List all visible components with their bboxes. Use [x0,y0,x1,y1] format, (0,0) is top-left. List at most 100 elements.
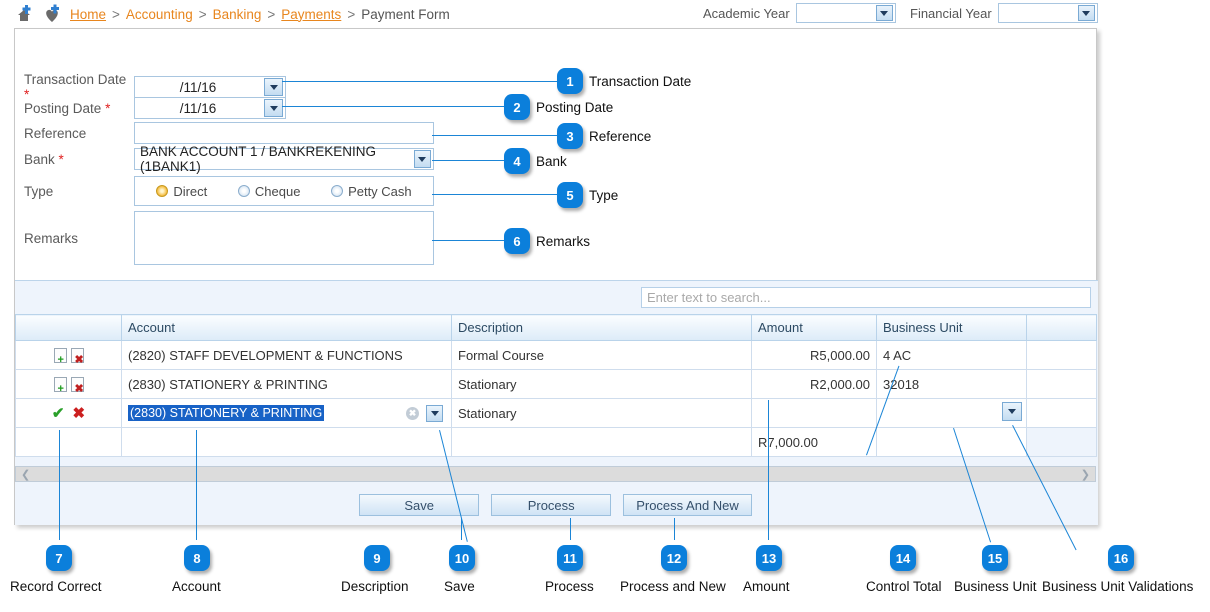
callout-badge-14: 14 [890,545,916,571]
remarks-textarea[interactable] [134,211,434,265]
table-row[interactable]: + ✖ (2830) STATIONERY & PRINTING Station… [15,369,1097,399]
cell-amount-editor[interactable] [751,398,877,428]
column-filler [1026,314,1097,341]
column-description[interactable]: Description [451,314,752,341]
search-placeholder: Enter text to search... [647,290,771,305]
document-add-icon[interactable]: + [53,376,67,394]
column-account[interactable]: Account [121,314,452,341]
grid-total-row: R7,000.00 [15,427,1097,457]
breadcrumb-item-banking[interactable]: Banking [213,7,262,22]
cell-description: Stationary [451,369,752,399]
remarks-label: Remarks [24,230,79,246]
cell-account: (2830) STATIONERY & PRINTING [121,369,452,399]
document-add-icon[interactable]: + [53,347,67,365]
breadcrumb-item-home[interactable]: Home [70,7,106,22]
callout-badge-6: 6 [504,228,530,254]
cell-account-editor[interactable]: (2830) STATIONERY & PRINTING ✖ [121,398,452,428]
type-radio-group: Direct Cheque Petty Cash [134,176,434,206]
breadcrumb-separator: > [112,6,120,22]
radio-unselected-icon [331,185,344,197]
chevron-right-icon[interactable]: ❯ [1076,468,1095,481]
callout-label-1: Transaction Date [589,74,692,89]
red-cross-icon[interactable]: ✖ [73,404,86,422]
breadcrumb-separator: > [198,6,207,22]
callout-label-4: Bank [536,154,567,169]
breadcrumb-separator: > [347,6,356,22]
callout-label-15: Business Unit [954,579,1037,594]
academic-year-select[interactable] [795,3,896,23]
grid-horizontal-scrollbar[interactable]: ❮ ❯ [15,466,1096,482]
total-blank-actions [15,427,122,457]
search-input[interactable]: Enter text to search... [641,287,1091,308]
document-delete-icon[interactable]: ✖ [70,376,84,394]
bank-select[interactable]: BANK ACCOUNT 1 / BANKREKENING (1BANK1) [134,144,434,174]
reference-input[interactable] [134,122,434,144]
callout-label-3: Reference [589,129,652,144]
chevron-down-icon[interactable] [1002,402,1022,421]
radio-cheque[interactable]: Cheque [237,183,301,199]
chevron-down-icon[interactable] [426,404,443,422]
control-total-amount: R7,000.00 [751,427,877,457]
posting-date-input[interactable]: /11/16 [134,97,286,119]
chevron-down-icon[interactable] [1077,5,1095,21]
callout-label-14: Control Total [866,579,942,594]
cell-filler [1026,427,1097,457]
callout-label-9: Description [341,579,409,594]
cell-description: Formal Course [451,340,752,370]
table-row-editing[interactable]: ✔ ✖ (2830) STATIONERY & PRINTING ✖ Stati… [15,398,1097,428]
cell-account: (2820) STAFF DEVELOPMENT & FUNCTIONS [121,340,452,370]
radio-cheque-label: Cheque [254,183,301,199]
callout-label-12: Process and New [620,579,726,594]
chevron-down-icon[interactable] [413,150,431,168]
process-button[interactable]: Process [491,494,612,516]
breadcrumb-item-accounting[interactable]: Accounting [126,7,193,22]
cell-description-editor[interactable]: Stationary [451,398,752,428]
column-business-unit[interactable]: Business Unit [876,314,1027,341]
reference-row: Reference [24,122,434,144]
radio-direct[interactable]: Direct [156,184,207,199]
callout-badge-4: 4 [504,148,530,174]
radio-petty-cash-label: Petty Cash [348,183,412,199]
academic-year-group: Academic Year [703,3,896,23]
transaction-date-input[interactable]: /11/16 [134,76,286,98]
callout-badge-7: 7 [46,545,72,571]
column-amount[interactable]: Amount [751,314,877,341]
callout-badge-3: 3 [557,123,583,149]
financial-year-label: Financial Year [910,5,992,21]
callout-label-10: Save [444,579,475,594]
total-blank-account [121,427,452,457]
radio-unselected-icon [237,185,250,197]
heart-plus-icon[interactable] [42,4,64,24]
column-actions[interactable] [15,314,122,341]
save-button[interactable]: Save [359,494,480,516]
total-blank-description [451,427,752,457]
total-blank-business-unit [876,427,1027,457]
row-actions: + ✖ [15,369,122,399]
breadcrumb-item-payments[interactable]: Payments [281,7,341,22]
callout-badge-13: 13 [756,545,782,571]
cell-business-unit-editor[interactable] [876,398,1027,428]
callout-label-6: Remarks [536,234,591,249]
callout-badge-5: 5 [557,182,583,208]
row-edit-actions: ✔ ✖ [15,398,122,428]
bank-value: BANK ACCOUNT 1 / BANKREKENING (1BANK1) [140,144,377,174]
document-delete-icon[interactable]: ✖ [70,347,84,365]
callout-label-8: Account [172,579,221,594]
chevron-down-icon[interactable] [264,99,283,117]
chevron-down-icon[interactable] [264,78,283,96]
callout-badge-2: 2 [504,94,530,120]
callout-badge-10: 10 [449,545,475,571]
financial-year-select[interactable] [997,3,1098,23]
process-and-new-button[interactable]: Process And New [623,494,752,516]
breadcrumb-separator: > [267,6,276,22]
chevron-down-icon[interactable] [875,5,893,21]
home-plus-icon[interactable] [14,4,36,24]
radio-petty-cash[interactable]: Petty Cash [331,184,412,199]
grid-table: Account Description Amount Business Unit… [15,314,1097,457]
clear-circle-icon[interactable]: ✖ [406,406,419,420]
grid-header-row: Account Description Amount Business Unit [15,314,1097,341]
table-row[interactable]: + ✖ (2820) STAFF DEVELOPMENT & FUNCTIONS… [15,340,1097,370]
green-check-icon[interactable]: ✔ [52,404,65,422]
chevron-left-icon[interactable]: ❮ [16,468,35,481]
callout-label-16: Business Unit Validations [1042,579,1194,594]
